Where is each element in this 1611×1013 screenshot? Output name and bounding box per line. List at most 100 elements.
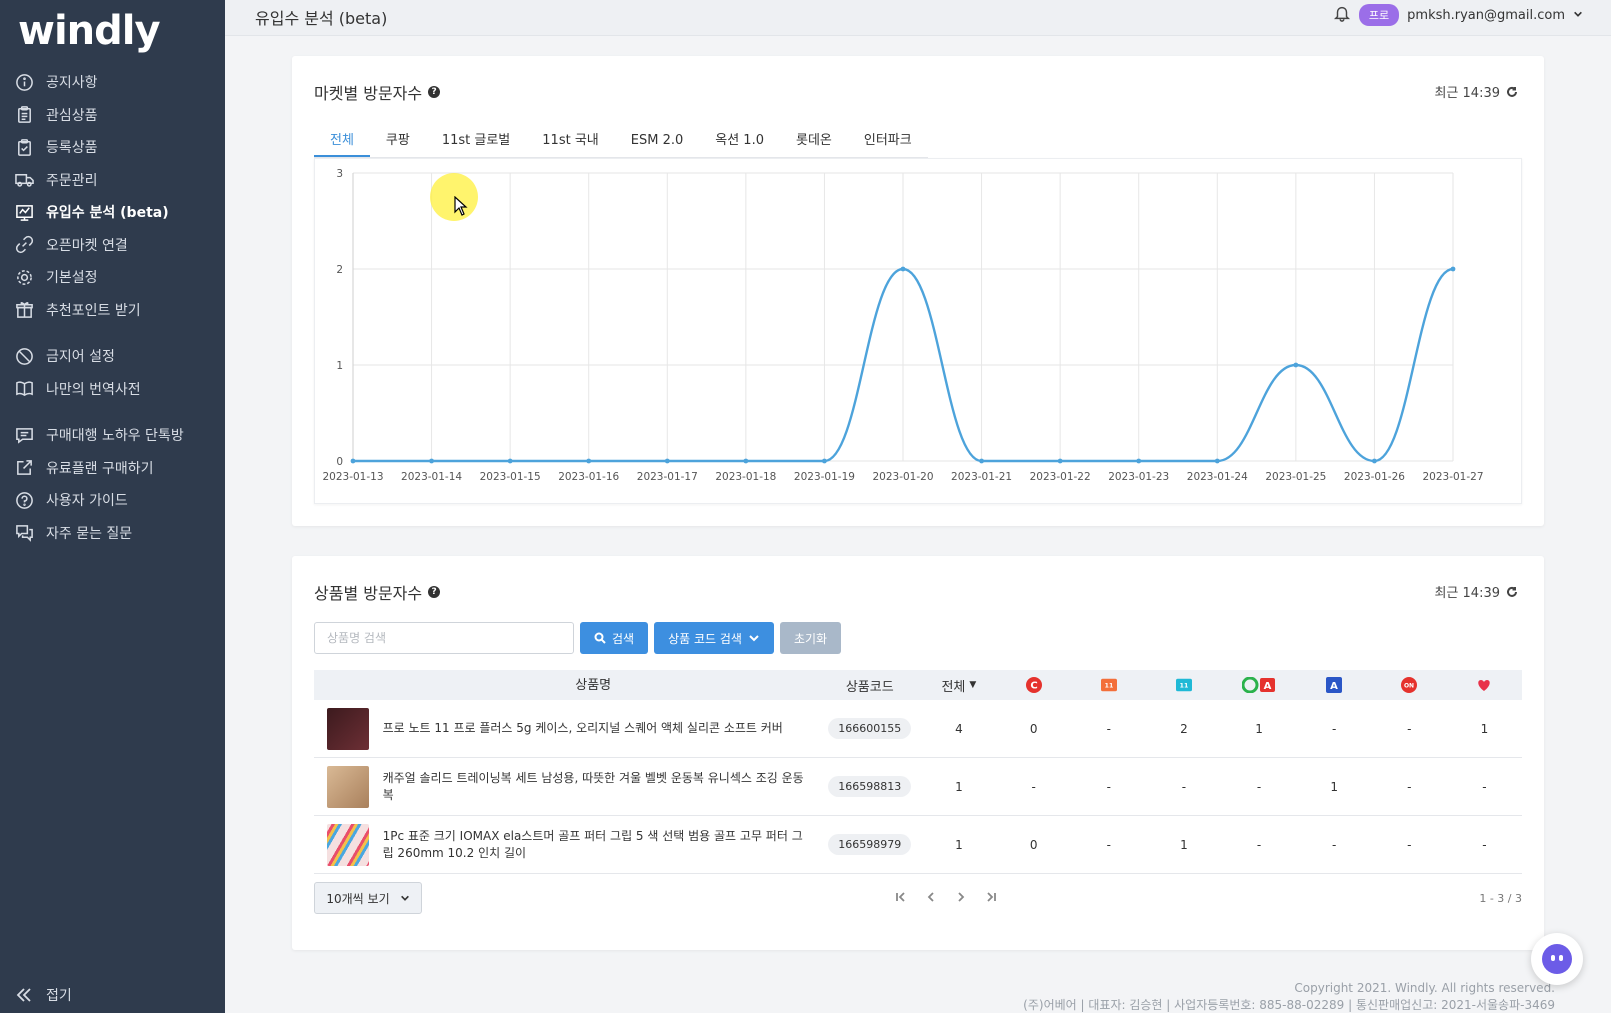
page-size-select[interactable]: 10개씩 보기	[314, 882, 422, 914]
tab-all[interactable]: 전체	[314, 126, 370, 157]
sidebar-item-label: 유입수 분석 (beta)	[46, 205, 169, 222]
tab-coupang[interactable]: 쿠팡	[370, 126, 426, 157]
sidebar-item-chatroom[interactable]: 구매대행 노하우 단톡방	[0, 419, 225, 452]
chat-icon	[14, 425, 34, 445]
refresh-icon[interactable]	[1506, 86, 1518, 98]
tab-auction[interactable]: 옥션 1.0	[699, 126, 780, 157]
sidebar-item-label: 자주 묻는 질문	[46, 525, 133, 542]
product-search-input[interactable]	[314, 622, 574, 654]
mouse-cursor-icon	[454, 196, 468, 216]
code-search-dropdown[interactable]: 상품 코드 검색	[654, 622, 774, 654]
sidebar-item-settings[interactable]: 기본설정	[0, 261, 225, 294]
sidebar-item-orders[interactable]: 주문관리	[0, 164, 225, 197]
chevron-down-icon[interactable]	[1573, 8, 1583, 23]
table-row[interactable]: 프로 노트 11 프로 플러스 5g 케이스, 오리지널 스퀘어 액체 실리콘 …	[314, 700, 1522, 758]
cell-gmarket: 1	[1255, 721, 1263, 736]
company-info: (주)어베어 | 대표자: 김승현 | 사업자등록번호: 885-88-0228…	[1023, 998, 1555, 1012]
data-point	[507, 458, 513, 464]
windly-logo[interactable]: windly	[18, 8, 161, 54]
cell-auction: -	[1332, 721, 1337, 736]
search-button-label: 검색	[612, 631, 635, 646]
cell-11st-domestic: 1	[1180, 837, 1188, 852]
sidebar-item-dictionary[interactable]: 나만의 번역사전	[0, 373, 225, 406]
data-point	[1372, 458, 1377, 464]
data-point	[900, 266, 906, 272]
sidebar-item-guide[interactable]: 사용자 가이드	[0, 484, 225, 517]
cell-interpark: -	[1482, 779, 1487, 794]
y-tick-label: 0	[336, 456, 343, 468]
tab-esm[interactable]: ESM 2.0	[615, 126, 700, 157]
prev-page-icon[interactable]	[924, 890, 938, 904]
sidebar-item-label: 금지어 설정	[46, 349, 115, 366]
collapse-button[interactable]: 접기	[14, 985, 72, 1005]
product-name[interactable]: 프로 노트 11 프로 플러스 5g 케이스, 오리지널 스퀘어 액체 실리콘 …	[383, 720, 818, 737]
chat-support-button[interactable]	[1531, 933, 1583, 985]
tab-interpark[interactable]: 인터파크	[848, 126, 928, 157]
page-size-label: 10개씩 보기	[326, 891, 390, 906]
y-tick-label: 1	[336, 360, 343, 372]
sidebar-item-registered[interactable]: 등록상품	[0, 131, 225, 164]
table-row[interactable]: 캐주얼 솔리드 트레이닝복 세트 남성용, 따뜻한 겨울 벨벳 운동복 유니섹스…	[314, 758, 1522, 816]
help-icon[interactable]: ?	[428, 86, 441, 98]
col-all[interactable]: 전체 ▼	[922, 676, 996, 695]
search-icon	[594, 632, 606, 644]
col-code: 상품코드	[845, 679, 894, 695]
cell-11st-global: -	[1106, 837, 1111, 852]
cell-all: 1	[955, 779, 963, 794]
tab-11st-domestic[interactable]: 11st 국내	[526, 126, 614, 157]
product-thumbnail[interactable]	[327, 765, 370, 808]
refresh-icon[interactable]	[1506, 586, 1518, 598]
first-page-icon[interactable]	[894, 890, 908, 904]
sidebar-item-market-link[interactable]: 오픈마켓 연결	[0, 229, 225, 262]
data-point	[1293, 362, 1299, 368]
product-thumbnail[interactable]	[327, 707, 370, 750]
sidebar-item-label: 공지사항	[46, 75, 98, 92]
data-point	[350, 458, 356, 464]
bell-icon[interactable]	[1333, 4, 1351, 26]
help-icon[interactable]: ?	[428, 586, 441, 598]
x-tick-label: 2023-01-23	[1108, 471, 1169, 483]
sidebar-item-paid-plan[interactable]: 유료플랜 구매하기	[0, 452, 225, 485]
sidebar-item-notice[interactable]: 공지사항	[0, 66, 225, 99]
x-tick-label: 2023-01-18	[715, 471, 776, 483]
market-visitors-card: 마켓별 방문자수 ? 최근 14:39 전체 쿠팡 11st 글로벌 11st …	[292, 56, 1544, 526]
tab-11st-global[interactable]: 11st 글로벌	[426, 126, 526, 157]
user-email[interactable]: pmksh.ryan@gmail.com	[1407, 8, 1565, 23]
x-tick-label: 2023-01-22	[1030, 471, 1091, 483]
data-point	[586, 458, 592, 464]
sidebar-item-analytics[interactable]: 유입수 분석 (beta)	[0, 196, 225, 229]
sidebar-item-favorites[interactable]: 관심상품	[0, 99, 225, 132]
x-tick-label: 2023-01-26	[1344, 471, 1405, 483]
data-point	[664, 458, 670, 464]
clipboard-check-icon	[14, 137, 34, 157]
refresh-area[interactable]: 최근 14:39	[1434, 82, 1518, 101]
next-page-icon[interactable]	[954, 890, 968, 904]
tab-lotteon[interactable]: 롯데온	[780, 126, 848, 157]
x-tick-label: 2023-01-20	[872, 471, 933, 483]
table-row[interactable]: 1Pc 표준 크기 IOMAX ela스트머 골프 퍼터 그립 5 색 선택 범…	[314, 816, 1522, 874]
sidebar-item-faq[interactable]: 자주 묻는 질문	[0, 517, 225, 550]
data-point	[1057, 458, 1063, 464]
card-title: 상품별 방문자수 ?	[314, 580, 441, 604]
x-tick-label: 2023-01-17	[637, 471, 698, 483]
gift-icon	[14, 300, 34, 320]
sidebar-item-referral[interactable]: 추천포인트 받기	[0, 294, 225, 327]
product-name[interactable]: 캐주얼 솔리드 트레이닝복 세트 남성용, 따뜻한 겨울 벨벳 운동복 유니섹스…	[383, 770, 818, 804]
reset-button[interactable]: 초기화	[779, 622, 842, 654]
refresh-area[interactable]: 최근 14:39	[1434, 582, 1518, 601]
product-thumbnail[interactable]	[327, 823, 370, 866]
sidebar-item-label: 나만의 번역사전	[46, 381, 141, 398]
sort-down-icon: ▼	[969, 680, 977, 690]
svg-text:A: A	[1330, 681, 1338, 692]
data-point	[743, 458, 749, 464]
product-name[interactable]: 1Pc 표준 크기 IOMAX ela스트머 골프 퍼터 그립 5 색 선택 범…	[383, 828, 818, 862]
table-footer: 10개씩 보기 1 - 3 / 3	[314, 882, 1522, 916]
last-page-icon[interactable]	[984, 890, 998, 904]
x-tick-label: 2023-01-13	[322, 471, 383, 483]
cell-11st-global: -	[1106, 779, 1111, 794]
truck-icon	[14, 170, 34, 190]
sidebar-item-label: 구매대행 노하우 단톡방	[46, 428, 184, 445]
sidebar-item-banned-words[interactable]: 금지어 설정	[0, 340, 225, 373]
search-button[interactable]: 검색	[580, 622, 649, 654]
recent-time: 최근 14:39	[1434, 586, 1500, 601]
